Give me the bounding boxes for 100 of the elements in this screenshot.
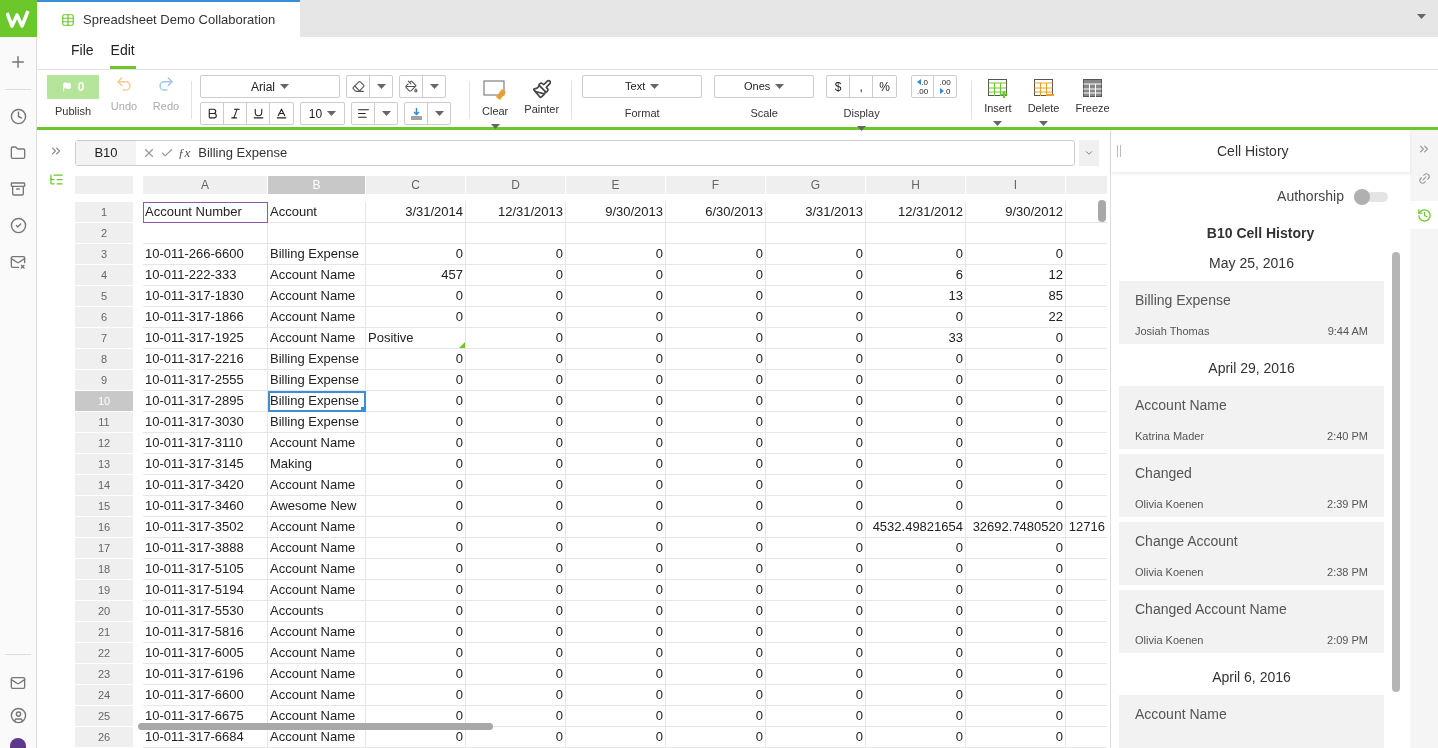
check-circle-icon[interactable] [9, 217, 27, 234]
history-entry[interactable]: Changed Olivia Koenen 2:39 PM [1119, 454, 1384, 517]
row-header[interactable]: 3 [75, 244, 133, 265]
column-header[interactable]: H [866, 176, 966, 194]
row-header[interactable]: 20 [75, 601, 133, 622]
vertical-scrollbar[interactable] [1098, 200, 1106, 222]
column-header[interactable]: G [766, 176, 866, 194]
document-tab[interactable]: Spreadsheet Demo Collaboration [37, 0, 300, 37]
function-button[interactable]: ƒx [178, 143, 191, 163]
authorship-toggle[interactable] [1354, 191, 1388, 202]
left-arrow-icon [917, 79, 922, 85]
history-entry[interactable]: Change Account Olivia Koenen 2:38 PM [1119, 522, 1384, 585]
font-size-dropdown[interactable]: 10 [300, 102, 345, 125]
history-entry[interactable]: Changed Account Name Olivia Koenen 2:09 PM [1119, 590, 1384, 653]
history-entry[interactable]: Billing Expense Josiah Thomas 9:44 AM [1119, 281, 1384, 344]
menu-tab[interactable]: File [70, 40, 95, 69]
toolbar-button[interactable]: Delete [1023, 75, 1064, 131]
table-cell: 0 [766, 412, 866, 433]
row-header[interactable]: 21 [75, 622, 133, 643]
row-header[interactable]: 13 [75, 454, 133, 475]
mail-icon[interactable] [10, 675, 26, 691]
table-cell: 0 [866, 496, 966, 517]
table-cell: 0 [366, 559, 466, 580]
clock-icon[interactable] [9, 108, 27, 125]
format-dropdown[interactable]: Text [582, 75, 703, 98]
row-header[interactable]: 6 [75, 307, 133, 328]
scale-dropdown[interactable]: Ones [714, 75, 815, 98]
row-header[interactable]: 11 [75, 412, 133, 433]
column-header[interactable]: F [666, 176, 766, 194]
row-header[interactable]: 16 [75, 517, 133, 538]
mail-icon[interactable] [10, 254, 26, 270]
help-icon[interactable] [10, 738, 26, 748]
archive-icon[interactable] [10, 181, 26, 197]
toolbar-button[interactable]: Painter [520, 75, 564, 131]
column-header[interactable]: C [366, 176, 466, 194]
history-entry[interactable]: Account Name Katrina Mader 2:40 PM [1119, 386, 1384, 449]
row-header[interactable]: 23 [75, 664, 133, 685]
row-header[interactable]: 17 [75, 538, 133, 559]
row-header[interactable]: 4 [75, 265, 133, 286]
panel-scrollbar[interactable] [1392, 252, 1400, 692]
row-header[interactable]: 5 [75, 286, 133, 307]
fill-handle[interactable] [361, 407, 365, 411]
formula-bar[interactable]: B10 ƒx Billing Expense [75, 140, 1075, 166]
table-cell: 13 [866, 286, 966, 307]
table-cell: 0 [966, 706, 1066, 727]
table-cell: 0 [966, 433, 1066, 454]
row-header[interactable]: 25 [75, 706, 133, 727]
table-cell: Account Name [268, 265, 366, 286]
toolbar-button[interactable]: Freeze [1071, 75, 1114, 131]
number-format-button[interactable]: , [850, 76, 874, 97]
column-header[interactable]: I [966, 176, 1066, 194]
table-cell: 22 [966, 307, 1066, 328]
table-cell: 10-011-266-6600 [143, 244, 268, 265]
decrease-decimal-button[interactable]: .0 .00 [912, 76, 935, 97]
collapse-icon[interactable] [1417, 142, 1431, 156]
row-header[interactable]: 1 [75, 202, 133, 223]
number-format-button[interactable]: % [873, 76, 897, 97]
table-cell: 0 [666, 727, 766, 748]
number-format-button[interactable]: $ [827, 76, 851, 97]
row-header[interactable]: 26 [75, 727, 133, 748]
row-header[interactable]: 8 [75, 349, 133, 370]
row-header[interactable]: 9 [75, 370, 133, 391]
user-icon[interactable] [9, 707, 27, 724]
column-header[interactable]: A [143, 176, 268, 194]
row-header[interactable]: 2 [75, 223, 133, 244]
caret-icon [650, 84, 660, 89]
flag-icon [61, 82, 72, 92]
tabs-menu-icon [1417, 14, 1426, 19]
cancel-icon[interactable] [142, 146, 156, 160]
expand-icon[interactable] [49, 144, 63, 158]
history-entry[interactable]: Account Name [1119, 695, 1384, 748]
menu-tab[interactable]: Edit [109, 40, 136, 69]
toolbar-button[interactable]: Clear [478, 75, 513, 131]
table-cell: 0 [966, 244, 1066, 265]
row-header[interactable]: 24 [75, 685, 133, 706]
increase-decimal-button[interactable]: .00 .0 [934, 76, 957, 97]
add-icon[interactable] [9, 53, 27, 71]
logo-icon [6, 9, 30, 28]
row-header[interactable]: 15 [75, 496, 133, 517]
resize-handle[interactable] [1117, 145, 1121, 157]
row-header[interactable]: 14 [75, 475, 133, 496]
folder-icon[interactable] [10, 145, 26, 161]
table-cell: 0 [566, 727, 666, 748]
toolbar-button[interactable]: Insert [980, 75, 1016, 131]
row-header[interactable]: 18 [75, 559, 133, 580]
font-dropdown[interactable]: Arial [200, 75, 340, 98]
confirm-icon[interactable] [160, 146, 174, 160]
row-header[interactable]: 22 [75, 643, 133, 664]
horizontal-scrollbar[interactable] [138, 723, 493, 730]
table-cell: 10-011-317-2216 [143, 349, 268, 370]
table-cell: 0 [766, 349, 866, 370]
row-header[interactable]: 7 [75, 328, 133, 349]
table-cell: 0 [866, 349, 966, 370]
row-header[interactable]: 19 [75, 580, 133, 601]
column-header[interactable]: E [566, 176, 666, 194]
row-header[interactable]: 12 [75, 433, 133, 454]
table-cell: 4532.49821654 [866, 517, 966, 538]
column-header[interactable]: D [466, 176, 566, 194]
table-cell: 10-011-317-3030 [143, 412, 268, 433]
table-cell: 0 [366, 580, 466, 601]
